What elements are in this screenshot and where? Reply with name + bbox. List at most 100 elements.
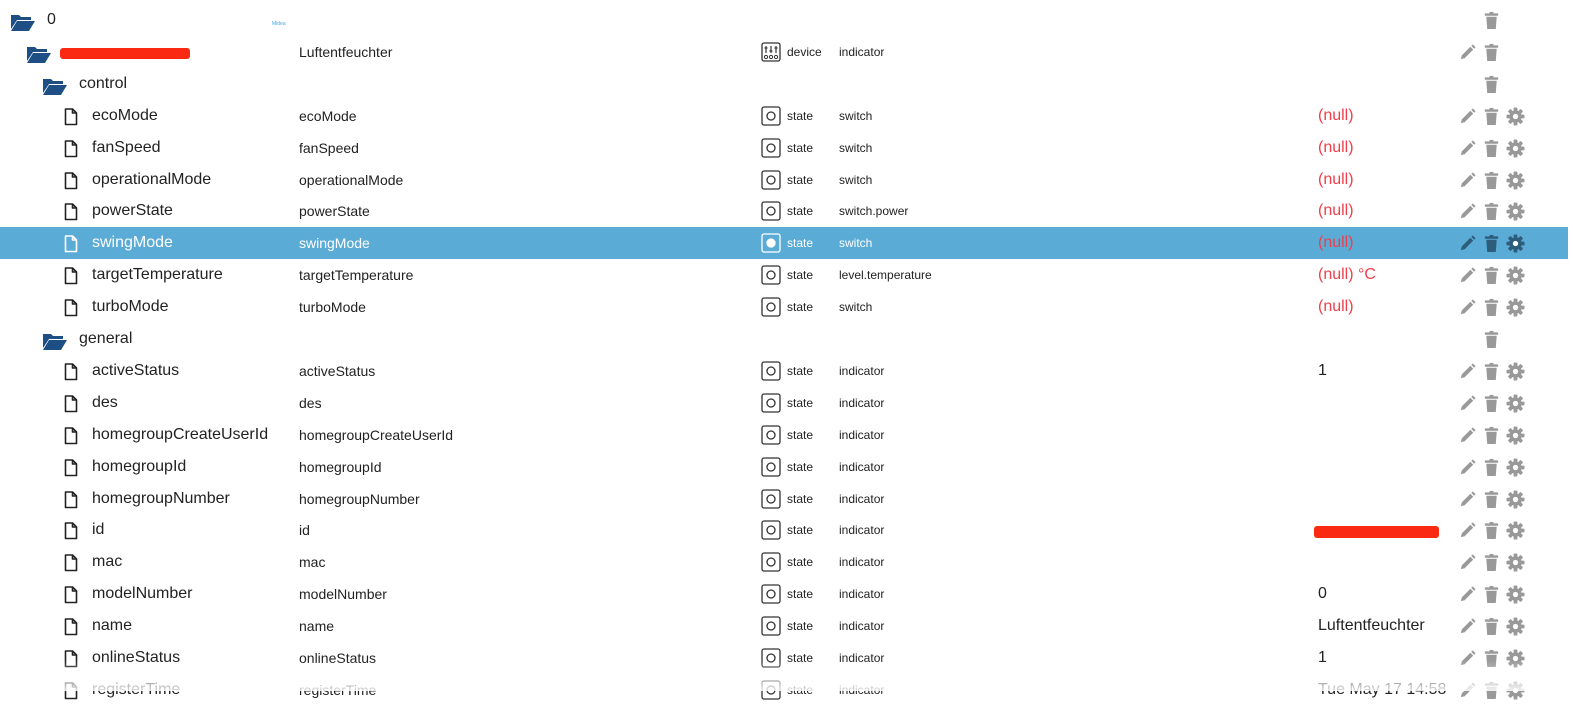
delete-icon[interactable] bbox=[1482, 649, 1501, 668]
delete-icon[interactable] bbox=[1482, 11, 1501, 30]
delete-icon[interactable] bbox=[1482, 298, 1501, 317]
delete-icon[interactable] bbox=[1482, 490, 1501, 509]
delete-icon[interactable] bbox=[1482, 521, 1501, 540]
edit-icon[interactable] bbox=[1458, 107, 1477, 126]
delete-icon[interactable] bbox=[1482, 585, 1501, 604]
tree-row-folder-control[interactable]: control bbox=[0, 68, 1568, 100]
edit-icon[interactable] bbox=[1458, 617, 1477, 636]
tree-row-state[interactable]: powerState powerState state switch.power (nu… bbox=[0, 195, 1568, 227]
delete-icon[interactable] bbox=[1482, 43, 1501, 62]
delete-icon[interactable] bbox=[1482, 681, 1501, 700]
delete-icon[interactable] bbox=[1482, 234, 1501, 253]
delete-icon[interactable] bbox=[1482, 202, 1501, 221]
settings-icon[interactable] bbox=[1506, 649, 1525, 668]
settings-icon[interactable] bbox=[1506, 681, 1525, 700]
delete-icon[interactable] bbox=[1482, 394, 1501, 413]
row-value[interactable]: (null) bbox=[1318, 132, 1354, 164]
tree-row-state[interactable]: fanSpeed fanSpeed state switch (null) bbox=[0, 132, 1568, 164]
edit-icon[interactable] bbox=[1458, 171, 1477, 190]
delete-icon[interactable] bbox=[1482, 139, 1501, 158]
delete-icon[interactable] bbox=[1482, 617, 1501, 636]
tree-row-state[interactable]: homegroupId homegroupId state indicator bbox=[0, 451, 1568, 483]
tree-row-state[interactable]: homegroupNumber homegroupNumber state indic… bbox=[0, 483, 1568, 515]
tree-row-state[interactable]: mac mac state indicator bbox=[0, 546, 1568, 578]
row-value[interactable]: (null) bbox=[1318, 195, 1354, 227]
row-value[interactable]: (null) bbox=[1318, 291, 1354, 323]
settings-icon[interactable] bbox=[1506, 458, 1525, 477]
tree-row-state[interactable]: modelNumber modelNumber state indicator 0 bbox=[0, 578, 1568, 610]
tree-row-state[interactable]: homegroupCreateUserId homegroupCreateUser… bbox=[0, 419, 1568, 451]
edit-icon[interactable] bbox=[1458, 234, 1477, 253]
row-value[interactable]: Luftentfeuchter bbox=[1318, 610, 1425, 642]
folder-open-icon[interactable] bbox=[42, 331, 68, 350]
edit-icon[interactable] bbox=[1458, 585, 1477, 604]
tree-row-state[interactable]: targetTemperature targetTemperature state l… bbox=[0, 259, 1568, 291]
tree-row-state[interactable]: name name state indicator Luftentfeuchter bbox=[0, 610, 1568, 642]
tree-row-state[interactable]: turboMode turboMode state switch (null) bbox=[0, 291, 1568, 323]
edit-icon[interactable] bbox=[1458, 202, 1477, 221]
settings-icon[interactable] bbox=[1506, 362, 1525, 381]
row-value[interactable]: 0 bbox=[1318, 578, 1327, 610]
edit-icon[interactable] bbox=[1458, 426, 1477, 445]
delete-icon[interactable] bbox=[1482, 75, 1501, 94]
tree-row-state[interactable]: onlineStatus onlineStatus state indicator 1 bbox=[0, 642, 1568, 674]
edit-icon[interactable] bbox=[1458, 298, 1477, 317]
settings-icon[interactable] bbox=[1506, 521, 1525, 540]
settings-icon[interactable] bbox=[1506, 234, 1525, 253]
tree-row-state[interactable]: ecoMode ecoMode state switch (null) bbox=[0, 100, 1568, 132]
settings-icon[interactable] bbox=[1506, 553, 1525, 572]
file-icon bbox=[64, 139, 78, 158]
row-value[interactable]: (null) °C bbox=[1318, 259, 1376, 291]
settings-icon[interactable] bbox=[1506, 266, 1525, 285]
settings-icon[interactable] bbox=[1506, 202, 1525, 221]
edit-icon[interactable] bbox=[1458, 139, 1477, 158]
settings-icon[interactable] bbox=[1506, 426, 1525, 445]
folder-open-icon[interactable] bbox=[42, 76, 68, 95]
edit-icon[interactable] bbox=[1458, 490, 1477, 509]
settings-icon[interactable] bbox=[1506, 585, 1525, 604]
delete-icon[interactable] bbox=[1482, 362, 1501, 381]
settings-icon[interactable] bbox=[1506, 394, 1525, 413]
settings-icon[interactable] bbox=[1506, 139, 1525, 158]
delete-icon[interactable] bbox=[1482, 171, 1501, 190]
tree-row-state[interactable]: id id state indicator bbox=[0, 514, 1568, 546]
file-icon bbox=[64, 618, 78, 636]
folder-open-icon[interactable] bbox=[10, 12, 36, 31]
row-value[interactable]: 1 bbox=[1318, 642, 1327, 674]
edit-icon[interactable] bbox=[1458, 681, 1477, 700]
tree-row-state[interactable]: operationalMode operationalMode state switc… bbox=[0, 164, 1568, 196]
settings-icon[interactable] bbox=[1506, 170, 1525, 190]
tree-row-state[interactable]: registerTime registerTime state indicator Tu… bbox=[0, 674, 1568, 706]
edit-icon[interactable] bbox=[1458, 43, 1477, 62]
row-value[interactable]: (null) bbox=[1318, 164, 1354, 196]
delete-icon[interactable] bbox=[1482, 426, 1501, 445]
tree-row-state[interactable]: swingMode swingMode state switch (null) bbox=[0, 227, 1568, 260]
settings-icon[interactable] bbox=[1506, 298, 1525, 317]
delete-icon[interactable] bbox=[1482, 553, 1501, 572]
tree-row-folder-general[interactable]: general bbox=[0, 323, 1568, 355]
folder-open-icon[interactable] bbox=[26, 44, 52, 63]
edit-icon[interactable] bbox=[1458, 649, 1477, 668]
settings-icon[interactable] bbox=[1506, 617, 1525, 636]
tree-row-state[interactable]: activeStatus activeStatus state indicator 1 bbox=[0, 355, 1568, 387]
row-common-name: operationalMode bbox=[299, 171, 404, 188]
row-value[interactable]: Tue May 17 14:58 bbox=[1318, 674, 1446, 706]
edit-icon[interactable] bbox=[1458, 458, 1477, 477]
edit-icon[interactable] bbox=[1458, 266, 1477, 285]
delete-icon[interactable] bbox=[1482, 330, 1501, 349]
settings-icon[interactable] bbox=[1506, 489, 1525, 509]
row-value[interactable]: (null) bbox=[1318, 227, 1354, 259]
delete-icon[interactable] bbox=[1482, 458, 1501, 477]
tree-row-root[interactable]: 0 Midea bbox=[0, 4, 1568, 36]
edit-icon[interactable] bbox=[1458, 394, 1477, 413]
delete-icon[interactable] bbox=[1482, 107, 1501, 126]
edit-icon[interactable] bbox=[1458, 521, 1477, 540]
tree-row-state[interactable]: des des state indicator bbox=[0, 387, 1568, 419]
edit-icon[interactable] bbox=[1458, 553, 1477, 572]
tree-row-device[interactable]: Luftentfeuchter device indicator bbox=[0, 36, 1568, 68]
row-value[interactable]: 1 bbox=[1318, 355, 1327, 387]
settings-icon[interactable] bbox=[1506, 107, 1525, 126]
delete-icon[interactable] bbox=[1482, 266, 1501, 285]
edit-icon[interactable] bbox=[1458, 362, 1477, 381]
row-value[interactable]: (null) bbox=[1318, 100, 1354, 132]
